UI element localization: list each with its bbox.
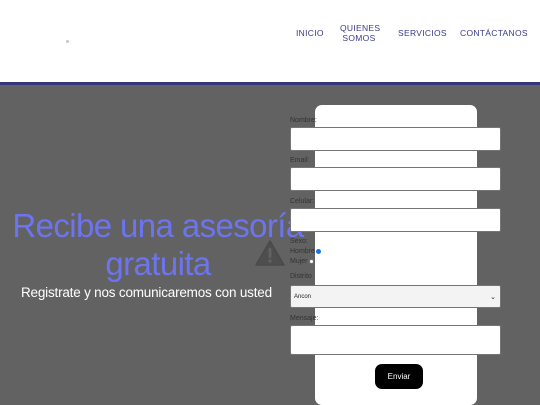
hero-subtitle: Registrate y nos comunicaremos con usted bbox=[21, 285, 272, 300]
nav-servicios[interactable]: SERVICIOS bbox=[398, 28, 447, 38]
enviar-button[interactable]: Enviar bbox=[375, 364, 423, 389]
hombre-radio[interactable] bbox=[315, 249, 321, 254]
nav-contactanos[interactable]: CONTÁCTANOS bbox=[460, 28, 528, 38]
sexo-label: Sexo: bbox=[290, 238, 308, 245]
hombre-label: Hombre bbox=[290, 248, 315, 255]
mujer-label: Mujer bbox=[290, 258, 308, 265]
hero-section: Recibe una asesoría gratuita Registrate … bbox=[0, 85, 540, 405]
distrito-select[interactable]: Ancon ⌄ bbox=[290, 285, 501, 308]
nombre-input[interactable] bbox=[290, 127, 501, 151]
distrito-value: Ancon bbox=[294, 293, 312, 300]
main-nav: INICIO QUIENES SOMOS SERVICIOS CONTÁCTAN… bbox=[0, 0, 540, 82]
distrito-label: Distrito bbox=[290, 273, 312, 280]
nav-quienes-somos[interactable]: QUIENES SOMOS bbox=[340, 23, 380, 43]
email-input[interactable] bbox=[290, 167, 501, 191]
nav-inicio[interactable]: INICIO bbox=[296, 28, 324, 38]
mujer-option[interactable]: Mujer bbox=[290, 258, 314, 265]
celular-input[interactable] bbox=[290, 208, 501, 232]
celular-label: Celular: bbox=[290, 198, 315, 205]
mensaje-textarea[interactable] bbox=[290, 325, 501, 355]
mujer-radio[interactable] bbox=[308, 259, 314, 264]
mensaje-label: Mensaje: bbox=[290, 315, 319, 322]
email-label: Email: bbox=[290, 157, 310, 164]
hombre-option[interactable]: Hombre bbox=[290, 248, 321, 255]
site-header: INICIO QUIENES SOMOS SERVICIOS CONTÁCTAN… bbox=[0, 0, 540, 82]
chevron-down-icon: ⌄ bbox=[490, 294, 496, 301]
warning-icon bbox=[255, 240, 285, 266]
nombre-label: Nombre: bbox=[290, 117, 317, 124]
